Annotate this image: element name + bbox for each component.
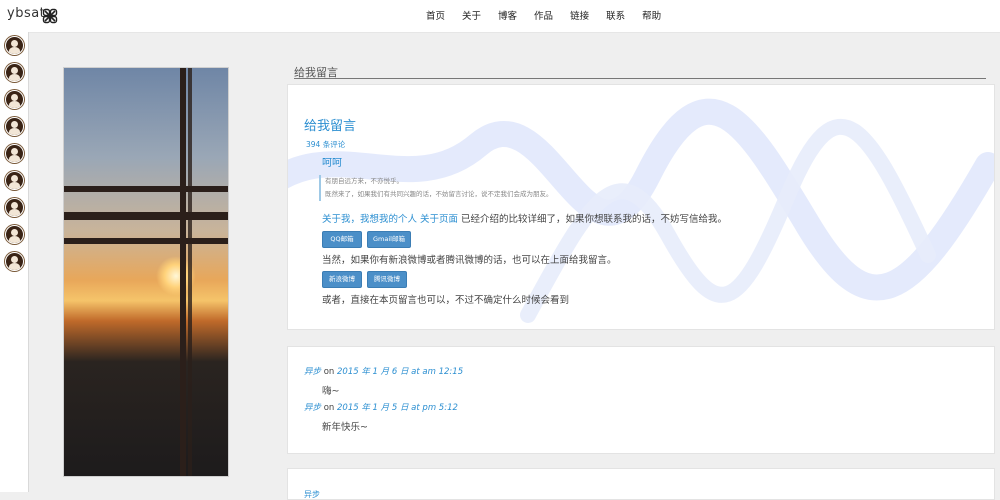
paragraph-about-text: 已经介绍的比较详细了，如果你想联系我的话，不妨写信给我。 bbox=[458, 214, 728, 225]
nav-home[interactable]: 首页 bbox=[426, 8, 445, 22]
user-avatar-icon[interactable] bbox=[5, 171, 24, 190]
sina-weibo-button[interactable]: 新浪微博 bbox=[322, 271, 362, 288]
user-avatar-icon[interactable] bbox=[5, 144, 24, 163]
post-title[interactable]: 给我留言 bbox=[304, 115, 356, 134]
window-bar bbox=[64, 238, 228, 244]
comment-meta: 异步 on 2015 年 1 月 5 日 at pm 5:12 bbox=[304, 401, 458, 413]
tencent-weibo-button[interactable]: 腾讯微博 bbox=[367, 271, 407, 288]
nav-contact[interactable]: 联系 bbox=[606, 8, 625, 22]
top-navbar: ybsat 首页 关于 博客 作品 链接 联系 帮助 bbox=[0, 0, 1000, 33]
user-avatar-icon[interactable] bbox=[5, 36, 24, 55]
user-avatar-icon[interactable] bbox=[5, 225, 24, 244]
comment-text: 嗨~ bbox=[322, 386, 340, 397]
comment-author[interactable]: 异步 bbox=[304, 489, 320, 500]
comment-meta: 异步 on 2015 年 1 月 6 日 at am 12:15 bbox=[304, 365, 463, 377]
window-bar bbox=[180, 68, 186, 476]
window-bar bbox=[188, 68, 192, 476]
quote-line-1: 有朋自远方来，不亦悦乎。 bbox=[325, 177, 403, 185]
user-avatar-icon[interactable] bbox=[5, 252, 24, 271]
nav-about[interactable]: 关于 bbox=[462, 8, 481, 22]
paragraph-about: 关于我，我想我的个人 关于页面 已经介绍的比较详细了，如果你想联系我的话，不妨写… bbox=[322, 211, 727, 225]
comment-date[interactable]: 2015 年 1 月 5 日 at pm 5:12 bbox=[337, 403, 458, 413]
comment-author[interactable]: 异步 bbox=[304, 403, 321, 413]
nav-blog[interactable]: 博客 bbox=[498, 8, 517, 22]
next-comment-card: 异步 bbox=[287, 468, 995, 500]
user-avatar-icon[interactable] bbox=[5, 198, 24, 217]
comment-count[interactable]: 394 条评论 bbox=[306, 139, 345, 150]
nav-help[interactable]: 帮助 bbox=[642, 8, 661, 22]
knot-logo-icon[interactable] bbox=[42, 8, 58, 24]
comment-author[interactable]: 异步 bbox=[304, 367, 321, 377]
window-bar bbox=[64, 212, 228, 220]
comment-date[interactable]: 2015 年 1 月 6 日 at am 12:15 bbox=[337, 367, 463, 377]
post-card: 给我留言 394 条评论 呵呵 有朋自远方来，不亦悦乎。 既然来了，如果我们有共… bbox=[287, 84, 995, 330]
gmail-button[interactable]: Gmail邮箱 bbox=[367, 231, 411, 248]
comment-on: on bbox=[323, 367, 335, 377]
site-logo-text[interactable]: ybsat bbox=[7, 6, 45, 21]
comments-card: 异步 on 2015 年 1 月 6 日 at am 12:15 嗨~ 异步 o… bbox=[287, 346, 995, 454]
quote-line-2: 既然来了，如果我们有共同兴趣的话，不妨留言讨论，说不定我们会成为朋友。 bbox=[325, 190, 553, 198]
paragraph-direct: 或者，直接在本页留言也可以，不过不确定什么时候会看到 bbox=[322, 295, 570, 306]
user-avatar-icon[interactable] bbox=[5, 90, 24, 109]
nav-links[interactable]: 链接 bbox=[570, 8, 589, 22]
comment-text: 新年快乐~ bbox=[322, 422, 368, 433]
user-avatar-icon[interactable] bbox=[5, 63, 24, 82]
window-bar bbox=[64, 186, 228, 192]
avatar-sidebar bbox=[0, 32, 29, 492]
section-divider bbox=[294, 78, 986, 79]
nav-works[interactable]: 作品 bbox=[534, 8, 553, 22]
qq-mail-button[interactable]: QQ邮箱 bbox=[322, 231, 362, 248]
post-quote: 有朋自远方来，不亦悦乎。 既然来了，如果我们有共同兴趣的话，不妨留言讨论，说不定… bbox=[319, 175, 553, 201]
paragraph-weibo: 当然，如果你有新浪微博或者腾讯微博的话，也可以在上面给我留言。 bbox=[322, 255, 617, 266]
comment-on: on bbox=[323, 403, 335, 413]
sunset-window-photo bbox=[63, 67, 229, 477]
post-greeting: 呵呵 bbox=[322, 158, 342, 169]
about-page-link[interactable]: 关于我，我想我的个人 关于页面 bbox=[322, 214, 458, 225]
main-nav: 首页 关于 博客 作品 链接 联系 帮助 bbox=[426, 8, 678, 22]
user-avatar-icon[interactable] bbox=[5, 117, 24, 136]
